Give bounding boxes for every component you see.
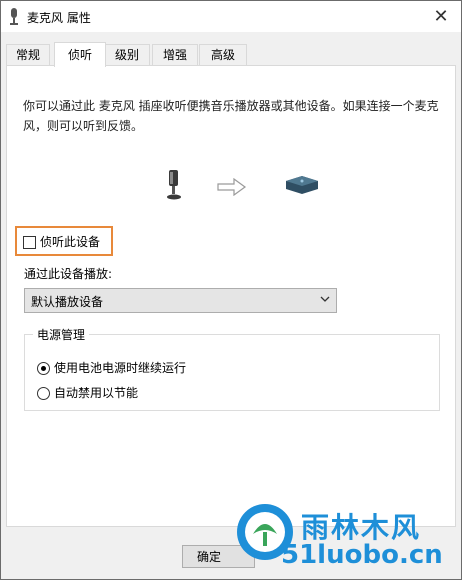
power-management-group: 电源管理 使用电池电源时继续运行 自动禁用以节能 <box>24 326 440 411</box>
auto-disable-label[interactable]: 自动禁用以节能 <box>54 384 138 401</box>
battery-continue-radio[interactable] <box>37 362 50 375</box>
title-bar: 麦克风 属性 ✕ <box>1 1 461 32</box>
watermark-logo: 雨林木风 51luobo.cn <box>237 502 461 580</box>
arrow-right-icon <box>217 178 247 196</box>
power-management-title: 电源管理 <box>33 326 90 343</box>
radio-selected-dot <box>41 366 46 371</box>
window-title: 麦克风 属性 <box>27 11 91 25</box>
chevron-down-icon <box>320 296 330 302</box>
tab-advanced[interactable]: 高级 <box>199 44 247 66</box>
playback-device-select[interactable]: 默认播放设备 <box>24 288 337 313</box>
close-icon: ✕ <box>433 6 449 27</box>
properties-window: 麦克风 属性 ✕ 常规 侦听 级别 增强 高级 你可以通过此 麦克风 插座收听便… <box>0 0 462 580</box>
microphone-icon <box>167 170 181 200</box>
speaker-device-icon <box>286 176 318 194</box>
listen-panel: 你可以通过此 麦克风 插座收听便携音乐播放器或其他设备。如果连接一个麦克风，则可… <box>6 65 456 527</box>
playback-device-label: 通过此设备播放: <box>24 267 113 281</box>
tab-listen[interactable]: 侦听 <box>54 42 106 67</box>
microphone-icon <box>10 8 18 25</box>
tab-levels[interactable]: 级别 <box>104 44 150 66</box>
battery-continue-label[interactable]: 使用电池电源时继续运行 <box>54 359 186 376</box>
playback-device-value: 默认播放设备 <box>31 295 104 309</box>
auto-disable-radio[interactable] <box>37 387 50 400</box>
tab-enhancements[interactable]: 增强 <box>152 44 198 66</box>
close-button[interactable]: ✕ <box>421 1 461 32</box>
listen-checkbox-label[interactable]: 侦听此设备 <box>40 233 100 250</box>
listen-description: 你可以通过此 麦克风 插座收听便携音乐播放器或其他设备。如果连接一个麦克风，则可… <box>23 99 439 133</box>
tab-general[interactable]: 常规 <box>6 44 50 66</box>
watermark-url: 51luobo.cn <box>281 540 443 570</box>
listen-checkbox[interactable] <box>23 236 36 249</box>
